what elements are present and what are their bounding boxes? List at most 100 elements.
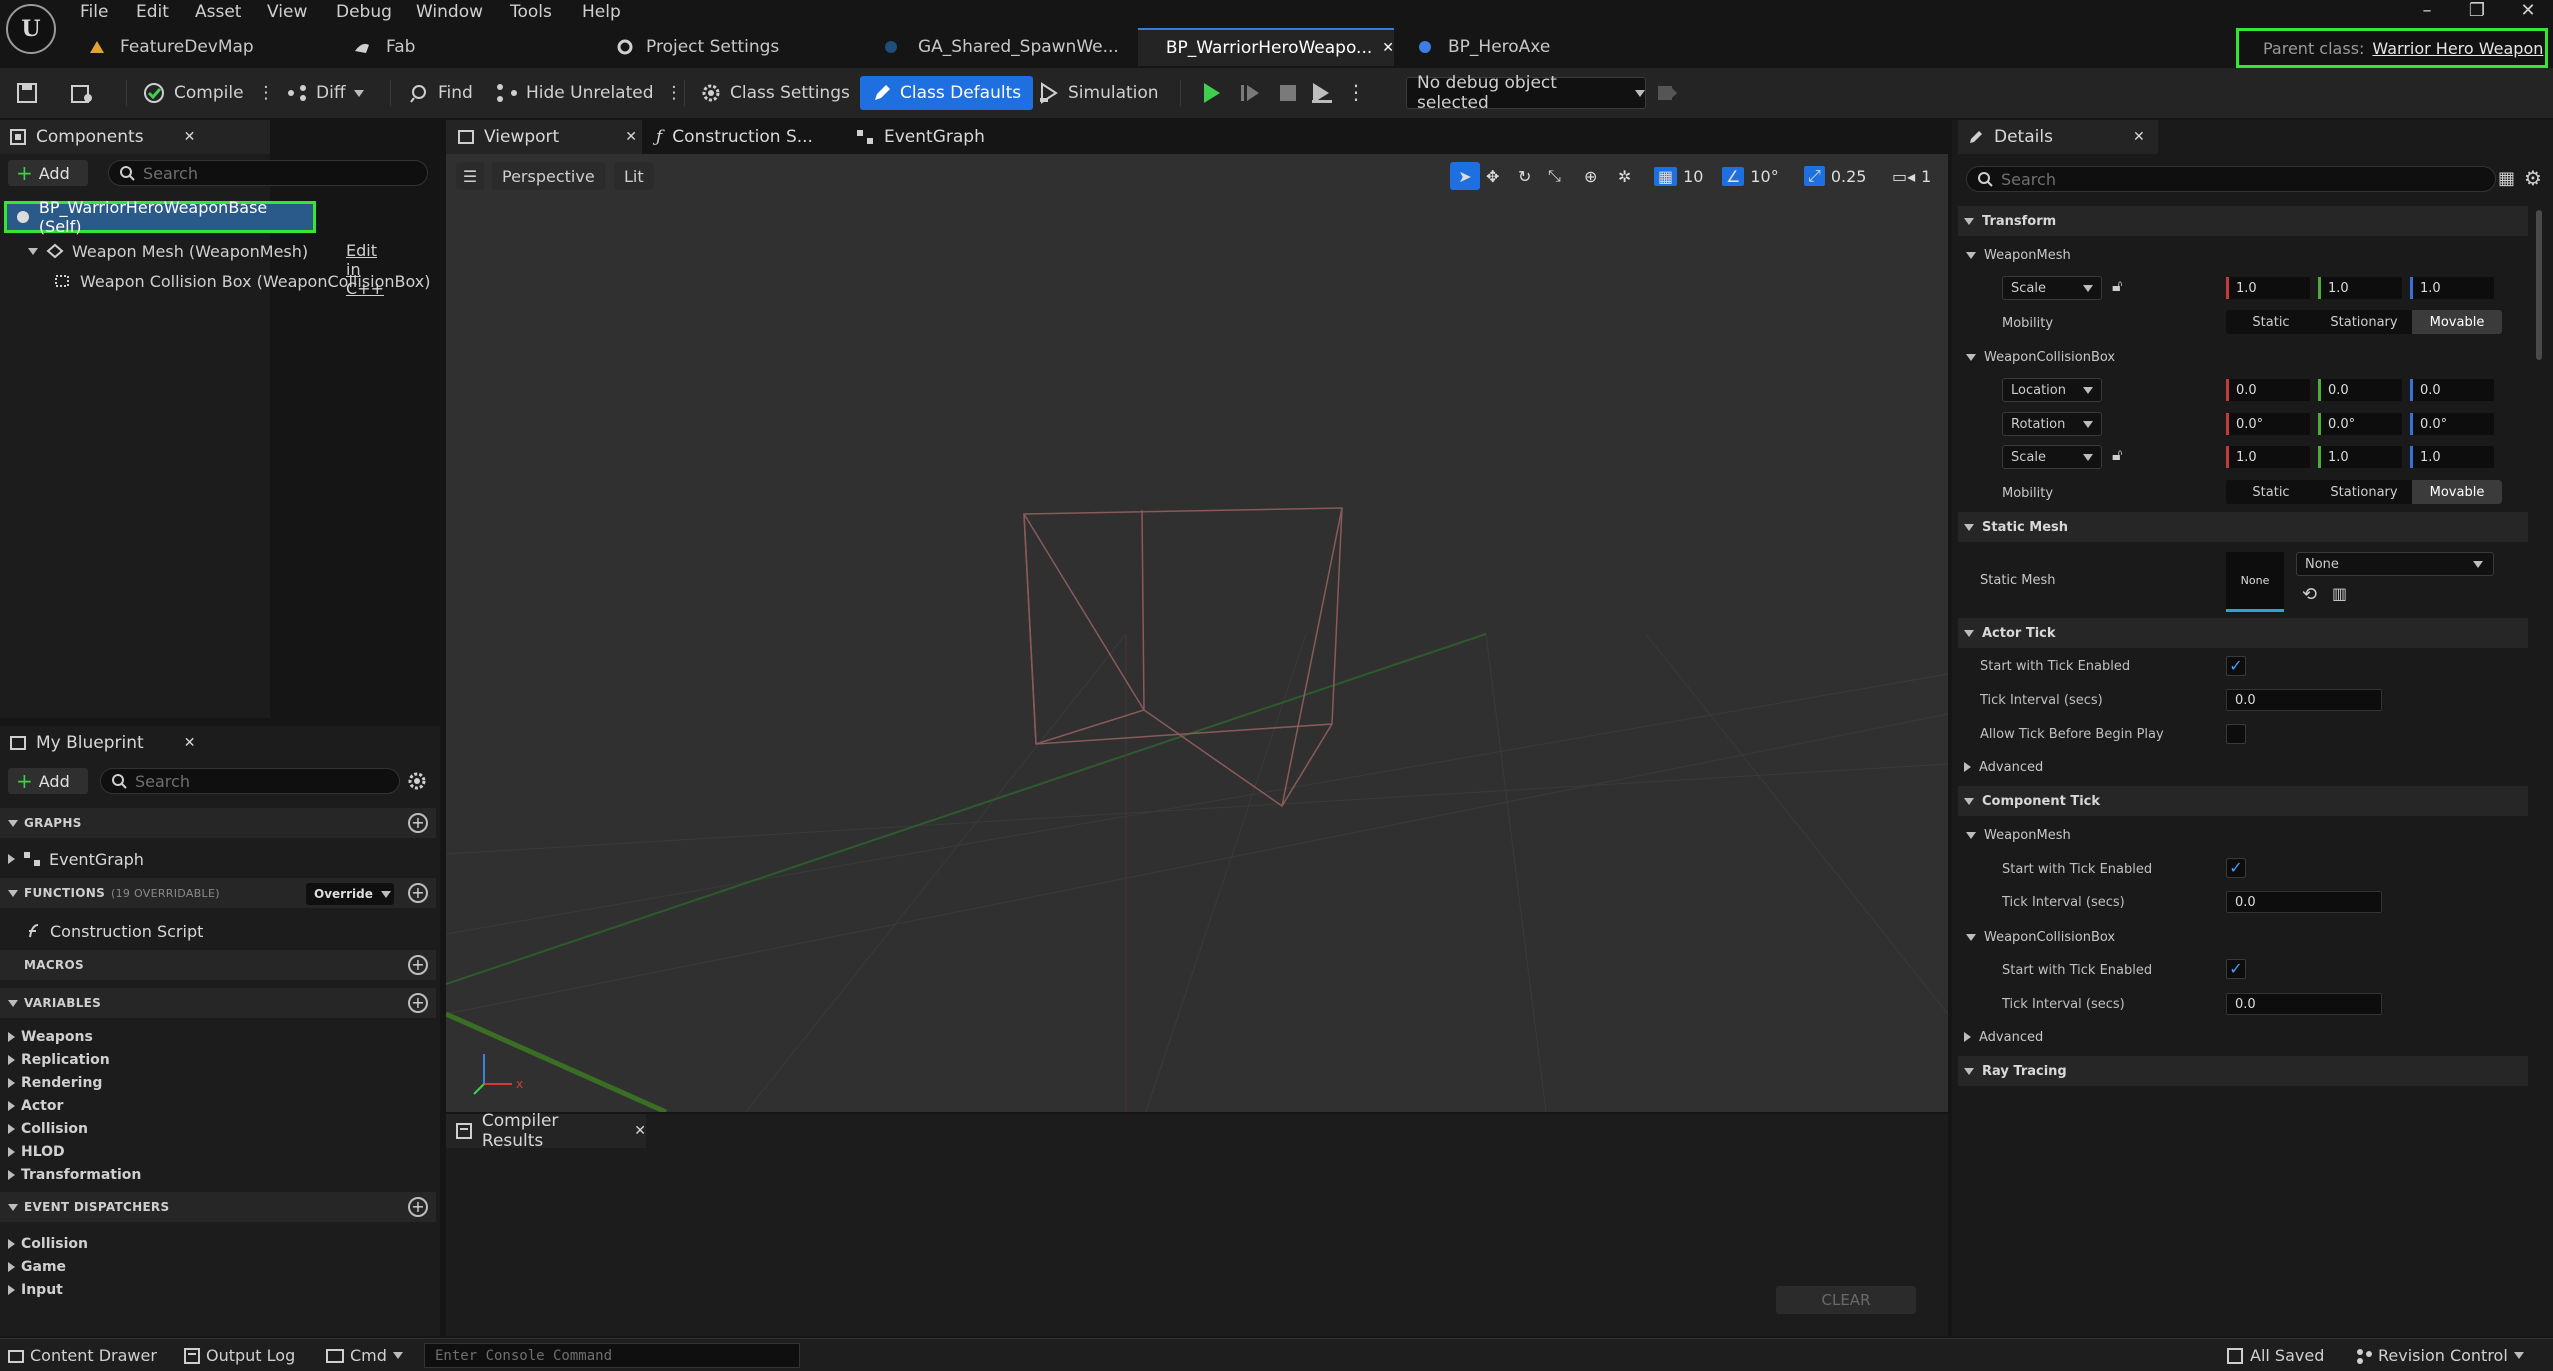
output-log-button[interactable]: Output Log	[184, 1339, 295, 1371]
add-graph-icon[interactable]: +	[408, 813, 428, 833]
camera-speed-button[interactable]: ▭◂ 1	[1892, 162, 1931, 190]
scale-snap-button[interactable]: ⤢ 0.25	[1804, 162, 1866, 190]
rotation-z-field[interactable]: 0.0°	[2410, 413, 2494, 435]
gear-icon[interactable]: ⚙	[2524, 166, 2542, 190]
rotate-mode-button[interactable]: ↻	[1518, 162, 1531, 190]
content-drawer-button[interactable]: Content Drawer	[8, 1339, 157, 1371]
browse-asset-icon[interactable]: ▥	[2332, 584, 2347, 603]
location-type-dropdown[interactable]: Location	[2002, 378, 2102, 402]
details-search-input[interactable]: Search	[1966, 166, 2496, 192]
variable-category[interactable]: HLOD	[8, 1142, 65, 1162]
menu-tools[interactable]: Tools	[510, 0, 552, 26]
class-settings-button[interactable]: Class Settings	[700, 76, 850, 110]
save-icon[interactable]	[16, 82, 38, 104]
cmd-dropdown[interactable]: Cmd	[326, 1339, 403, 1371]
component-self[interactable]: BP_WarriorHeroWeaponBase (Self)	[4, 198, 316, 236]
close-tab-icon[interactable]: ✕	[1382, 40, 1394, 56]
location-x-field[interactable]: 0.0	[2226, 379, 2310, 401]
expand-icon[interactable]	[28, 247, 38, 255]
minimize-button[interactable]: –	[2402, 0, 2452, 24]
add-member-button[interactable]: + Add	[8, 768, 88, 794]
rotation-x-field[interactable]: 0.0°	[2226, 413, 2310, 435]
dispatcher-category[interactable]: Input	[8, 1280, 63, 1300]
menu-view[interactable]: View	[267, 0, 307, 26]
variables-section[interactable]: VARIABLES	[0, 988, 436, 1018]
components-tab[interactable]: Components ✕	[0, 120, 270, 154]
component-tick-advanced[interactable]: Advanced	[1958, 1022, 2528, 1052]
variable-category[interactable]: Rendering	[8, 1073, 102, 1093]
location-y-field[interactable]: 0.0	[2318, 379, 2402, 401]
viewport-menu-button[interactable]: ☰	[456, 162, 484, 190]
tab-bp-heroaxe[interactable]: BP_HeroAxe	[1404, 28, 1604, 66]
components-search-input[interactable]: Search	[108, 160, 428, 186]
scale-x-field[interactable]: 1.0	[2226, 277, 2310, 299]
scale-z-field[interactable]: 1.0	[2410, 277, 2494, 299]
perspective-button[interactable]: Perspective	[492, 162, 605, 190]
debug-object-dropdown[interactable]: No debug object selected	[1406, 73, 1646, 113]
parent-class-link[interactable]: Warrior Hero Weapon	[2372, 39, 2543, 58]
rotation-y-field[interactable]: 0.0°	[2318, 413, 2402, 435]
menu-file[interactable]: File	[80, 0, 108, 26]
play-icon[interactable]	[1200, 81, 1224, 105]
unreal-logo-icon[interactable]: U	[6, 4, 56, 54]
tab-project-settings[interactable]: Project Settings	[604, 28, 864, 66]
expand-icon[interactable]	[8, 854, 15, 864]
static-mesh-thumbnail[interactable]: None	[2226, 552, 2284, 612]
viewport[interactable]: x	[446, 154, 1948, 1112]
static-mesh-section[interactable]: Static Mesh	[1958, 512, 2528, 542]
component-weapon-collision-box[interactable]: Weapon Collision Box (WeaponCollisionBox…	[54, 268, 444, 294]
debug-browse-icon[interactable]	[1656, 83, 1678, 103]
box-tick-interval-field[interactable]: 0.0	[2226, 993, 2382, 1015]
component-tick-section[interactable]: Component Tick	[1958, 786, 2528, 816]
menu-edit[interactable]: Edit	[136, 0, 169, 26]
dispatcher-category[interactable]: Game	[8, 1257, 66, 1277]
add-macro-icon[interactable]: +	[408, 955, 428, 975]
restore-button[interactable]: ❐	[2452, 0, 2502, 24]
add-dispatcher-icon[interactable]: +	[408, 1197, 428, 1217]
close-tab-icon[interactable]: ✕	[625, 129, 637, 145]
close-panel-icon[interactable]: ✕	[184, 735, 196, 751]
mobility-static[interactable]: Static	[2226, 480, 2316, 504]
console-command-input[interactable]: Enter Console Command	[424, 1343, 800, 1368]
actor-tick-section[interactable]: Actor Tick	[1958, 618, 2528, 648]
dispatcher-category[interactable]: Collision	[8, 1234, 88, 1254]
compile-options-icon[interactable]: ⋮	[258, 83, 275, 103]
mobility-stationary[interactable]: Stationary	[2316, 310, 2412, 334]
graphs-section[interactable]: GRAPHS	[0, 808, 436, 838]
graph-eventgraph[interactable]: EventGraph	[8, 848, 144, 870]
transform-section[interactable]: Transform	[1958, 206, 2528, 236]
ray-tracing-section[interactable]: Ray Tracing	[1958, 1056, 2528, 1086]
add-function-icon[interactable]: +	[408, 883, 428, 903]
unlock-icon[interactable]: 🔓︎	[2112, 445, 2122, 465]
details-scrollbar[interactable]	[2536, 210, 2542, 360]
scale-y-field[interactable]: 1.0	[2318, 277, 2402, 299]
scale-type-dropdown[interactable]: Scale	[2002, 445, 2102, 469]
menu-window[interactable]: Window	[416, 0, 483, 26]
weaponmesh-group[interactable]: WeaponMesh	[1958, 240, 2528, 270]
play-options-icon[interactable]: ⋮	[1346, 80, 1366, 104]
static-mesh-dropdown[interactable]: None	[2296, 552, 2494, 576]
close-panel-icon[interactable]: ✕	[2133, 129, 2145, 145]
mobility-movable[interactable]: Movable	[2412, 480, 2502, 504]
override-dropdown[interactable]: Override	[306, 883, 394, 905]
close-window-button[interactable]: ✕	[2503, 0, 2553, 24]
mobility-selector[interactable]: Static Stationary Movable	[2226, 480, 2502, 504]
rotation-type-dropdown[interactable]: Rotation	[2002, 412, 2102, 436]
tab-featuredevmap[interactable]: FeatureDevMap	[76, 28, 316, 66]
box-scale-y-field[interactable]: 1.0	[2318, 446, 2402, 468]
close-panel-icon[interactable]: ✕	[184, 129, 196, 145]
scale-mode-button[interactable]: ⤡	[1548, 162, 1561, 190]
unlock-icon[interactable]: 🔓︎	[2112, 276, 2122, 296]
eject-icon[interactable]	[1310, 81, 1334, 105]
menu-asset[interactable]: Asset	[195, 0, 241, 26]
rotation-snap-button[interactable]: ∠ 10°	[1722, 162, 1779, 190]
clear-button[interactable]: CLEAR	[1776, 1286, 1916, 1314]
select-mode-button[interactable]: ➤	[1450, 162, 1480, 190]
tab-construction-script[interactable]: ƒ Construction S...	[652, 120, 842, 154]
surface-snap-button[interactable]: ✲	[1618, 162, 1631, 190]
weaponcollisionbox-group[interactable]: WeaponCollisionBox	[1958, 342, 2528, 372]
stop-icon[interactable]	[1276, 81, 1300, 105]
weaponcollisionbox-tick-group[interactable]: WeaponCollisionBox	[1958, 922, 2528, 952]
add-component-button[interactable]: + Add	[8, 160, 88, 186]
variable-category[interactable]: Collision	[8, 1119, 88, 1139]
